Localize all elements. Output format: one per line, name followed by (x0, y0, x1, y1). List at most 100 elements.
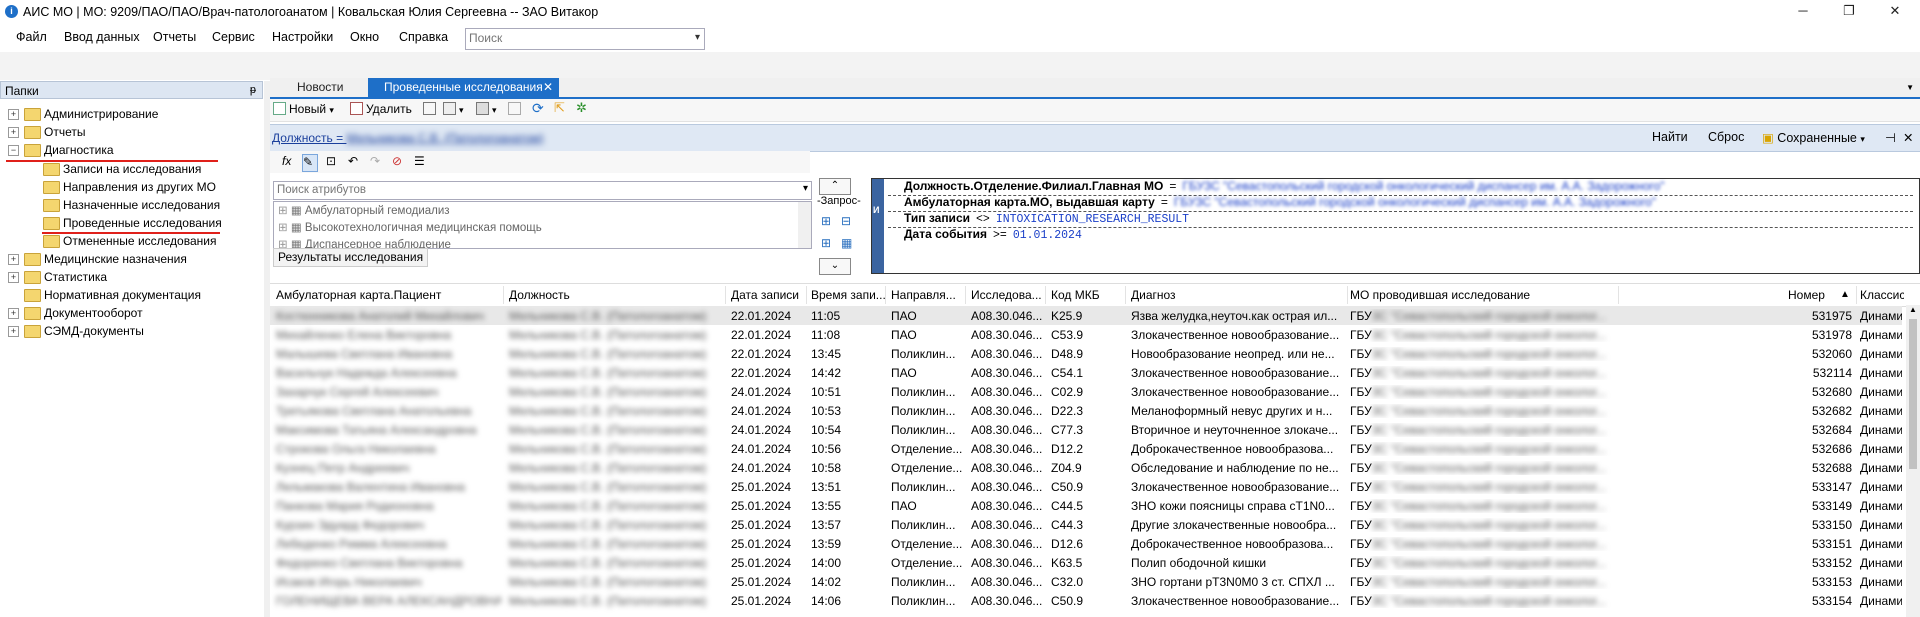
attribute-item[interactable]: ⊞ ▦ Амбулаторный гемодиализ (278, 203, 450, 219)
new-button[interactable]: Новый ▾ (273, 102, 334, 118)
column-divider[interactable] (1045, 286, 1046, 304)
table-row[interactable]: Третьякова Светлана Анатольевна Мельников… (270, 401, 1902, 420)
reset-button[interactable]: Сброс (1708, 130, 1744, 144)
expand-icon[interactable]: + (8, 109, 19, 120)
table-row[interactable]: Михайленко Елена Викторовна Мельникова С.… (270, 325, 1902, 344)
chevron-down-icon[interactable]: ▾ (695, 32, 700, 43)
table-row[interactable]: Максимова Татьяна Александровна Мельников… (270, 420, 1902, 439)
tree-node-admin[interactable]: + Администрирование (0, 106, 260, 123)
expand-icon[interactable]: + (8, 272, 19, 283)
attribute-search[interactable]: ▾ (273, 181, 812, 200)
global-search-input[interactable] (466, 29, 679, 47)
add-condition-icon[interactable]: ⊞ (821, 214, 831, 228)
export-button[interactable] (508, 102, 524, 118)
find-button[interactable]: Найти (1652, 130, 1688, 144)
column-divider[interactable] (1856, 286, 1857, 304)
table-row[interactable]: Лельмакова Валентина Ивановна Мельникова … (270, 477, 1902, 496)
column-header-referral[interactable]: Направля... (891, 288, 965, 302)
tab-list-dropdown-icon[interactable]: ▼ (1906, 83, 1914, 92)
active-filter-link[interactable]: Должность = Мельникова С.В. (Патологоана… (272, 131, 544, 145)
column-header-position[interactable]: Должность (509, 288, 729, 302)
expand-icon[interactable]: + (8, 326, 19, 337)
table-row[interactable]: Исаков Игорь Николаевич Мельникова С.В. (… (270, 572, 1902, 591)
column-divider[interactable] (725, 286, 726, 304)
add-group-icon[interactable]: ⊟ (841, 214, 851, 228)
column-divider[interactable] (885, 286, 886, 304)
column-divider[interactable] (1618, 286, 1619, 304)
column-header-class[interactable]: Классис (1860, 288, 1904, 302)
table-row[interactable]: Федоренко Светлана Викторовна Мельникова … (270, 553, 1902, 572)
undo-icon[interactable]: ↶ (348, 154, 358, 170)
column-header-diagnosis[interactable]: Диагноз (1131, 288, 1331, 302)
table-condition-icon[interactable]: ▦ (841, 236, 852, 250)
conditions-group-marker[interactable]: И (872, 179, 884, 273)
edit-mode-icon[interactable]: ✎ (302, 154, 318, 172)
tree-node-medical-prescriptions[interactable]: + Медицинские назначения (0, 251, 260, 268)
table-row[interactable]: Малышева Светлана Ивановна Мельникова С.В… (270, 344, 1902, 363)
attribute-item[interactable]: ⊞ ▦ Высокотехнологичная медицинская помо… (278, 220, 542, 236)
refresh-icon[interactable]: ⟳ (532, 100, 544, 116)
tree-node-cancelled-research[interactable]: Отмененные исследования (0, 233, 260, 250)
column-divider[interactable] (965, 286, 966, 304)
menu-data-entry[interactable]: Ввод данных (64, 30, 140, 44)
global-search[interactable]: ▾ (465, 28, 705, 50)
tab-news[interactable]: Новости (287, 78, 353, 97)
menu-settings[interactable]: Настройки (272, 30, 333, 44)
close-window-button[interactable]: ✕ (1872, 0, 1918, 22)
table-row[interactable]: Захарчук Сергей Алексеевич Мельникова С.В… (270, 382, 1902, 401)
table-row[interactable]: Лебеденко Римма Алексеевна Мельникова С.В… (270, 534, 1902, 553)
column-header-number[interactable]: Номер (1788, 288, 1825, 302)
link-condition-icon[interactable]: ⊞ (821, 236, 831, 250)
expand-icon[interactable]: ⊞ (278, 222, 288, 234)
pin-icon[interactable]: ᵽ (250, 84, 256, 96)
table-row[interactable]: ГОЛЕНИЩЕВА ВЕРА АЛЕКСАНДРОВНА Мельникова … (270, 591, 1902, 610)
tree-node-reports[interactable]: + Отчеты (0, 124, 260, 141)
sort-ascending-icon[interactable]: ▲ (1840, 289, 1850, 300)
column-header-icd-code[interactable]: Код МКБ (1051, 288, 1125, 302)
condition-row[interactable]: Дата события >= 01.01.2024 (888, 227, 1913, 243)
table-row[interactable]: Строкова Ольга Николаевна Мельникова С.В.… (270, 439, 1902, 458)
move-up-button[interactable]: ⌃ (819, 178, 851, 195)
tree-node-document-flow[interactable]: + Документооборот (0, 305, 260, 322)
tree-node-statistics[interactable]: + Статистика (0, 269, 260, 286)
copy-button[interactable] (423, 102, 439, 118)
collapse-icon[interactable]: − (8, 145, 19, 156)
column-header-patient[interactable]: Амбулаторная карта.Пациент (276, 288, 506, 302)
list-icon[interactable]: ☰ (414, 154, 425, 170)
chevron-down-icon[interactable]: ▾ (803, 183, 808, 194)
maximize-button[interactable]: ❐ (1826, 0, 1872, 22)
table-row[interactable]: Кузнец Петр Андреевич Мельникова С.В. (Па… (270, 458, 1902, 477)
menu-reports[interactable]: Отчеты (153, 30, 196, 44)
tree-node-referrals-other-mo[interactable]: Направления из других МО (0, 179, 260, 196)
sql-icon[interactable]: ⊡ (326, 154, 336, 170)
column-header-record-date[interactable]: Дата записи (731, 288, 806, 302)
tab-completed-research[interactable]: Проведенные исследования ✕ (368, 78, 559, 97)
expand-icon[interactable]: + (8, 127, 19, 138)
tree-node-research-appointments[interactable]: Записи на исследования (0, 161, 260, 178)
column-header-record-time[interactable]: Время запи... (811, 288, 885, 302)
condition-row[interactable]: Тип записи <> INTOXICATION_RESEARCH_RESULT (888, 211, 1913, 228)
tab-research-results[interactable]: Результаты исследования (273, 248, 429, 267)
expand-icon[interactable]: ⊞ (278, 205, 288, 217)
table-row[interactable]: Панкова Мария Родионовна Мельникова С.В. … (270, 496, 1902, 515)
attribute-search-input[interactable] (274, 182, 777, 198)
column-divider[interactable] (503, 286, 504, 304)
formula-icon[interactable]: fx (282, 154, 291, 170)
saved-filters-button[interactable]: ▣ Сохраненные ▾ (1762, 130, 1865, 145)
close-tab-icon[interactable]: ✕ (543, 78, 553, 97)
grid-vertical-scrollbar[interactable]: ▲ (1906, 305, 1920, 617)
print-button[interactable]: ▾ (476, 102, 497, 118)
column-header-performing-mo[interactable]: МО проводившая исследование (1350, 288, 1610, 302)
table-row[interactable]: Костюнникова Анатолий Михайлович Мельнико… (270, 306, 1902, 325)
tree-node-diagnostics[interactable]: − Диагностика (0, 142, 260, 159)
clear-conditions-icon[interactable]: ⊘ (392, 154, 402, 170)
column-divider[interactable] (1347, 286, 1348, 304)
attribute-list-scrollbar[interactable] (798, 202, 811, 248)
move-icon[interactable]: ⇱ (554, 100, 565, 116)
tree-node-normative-docs[interactable]: Нормативная документация (0, 287, 260, 304)
minimize-button[interactable]: ─ (1780, 0, 1826, 22)
filter-icon[interactable]: ✲ (576, 100, 587, 116)
pin-panel-icon[interactable]: ⊣ (1885, 130, 1896, 145)
redo-icon[interactable]: ↷ (370, 154, 380, 170)
column-divider[interactable] (1125, 286, 1126, 304)
